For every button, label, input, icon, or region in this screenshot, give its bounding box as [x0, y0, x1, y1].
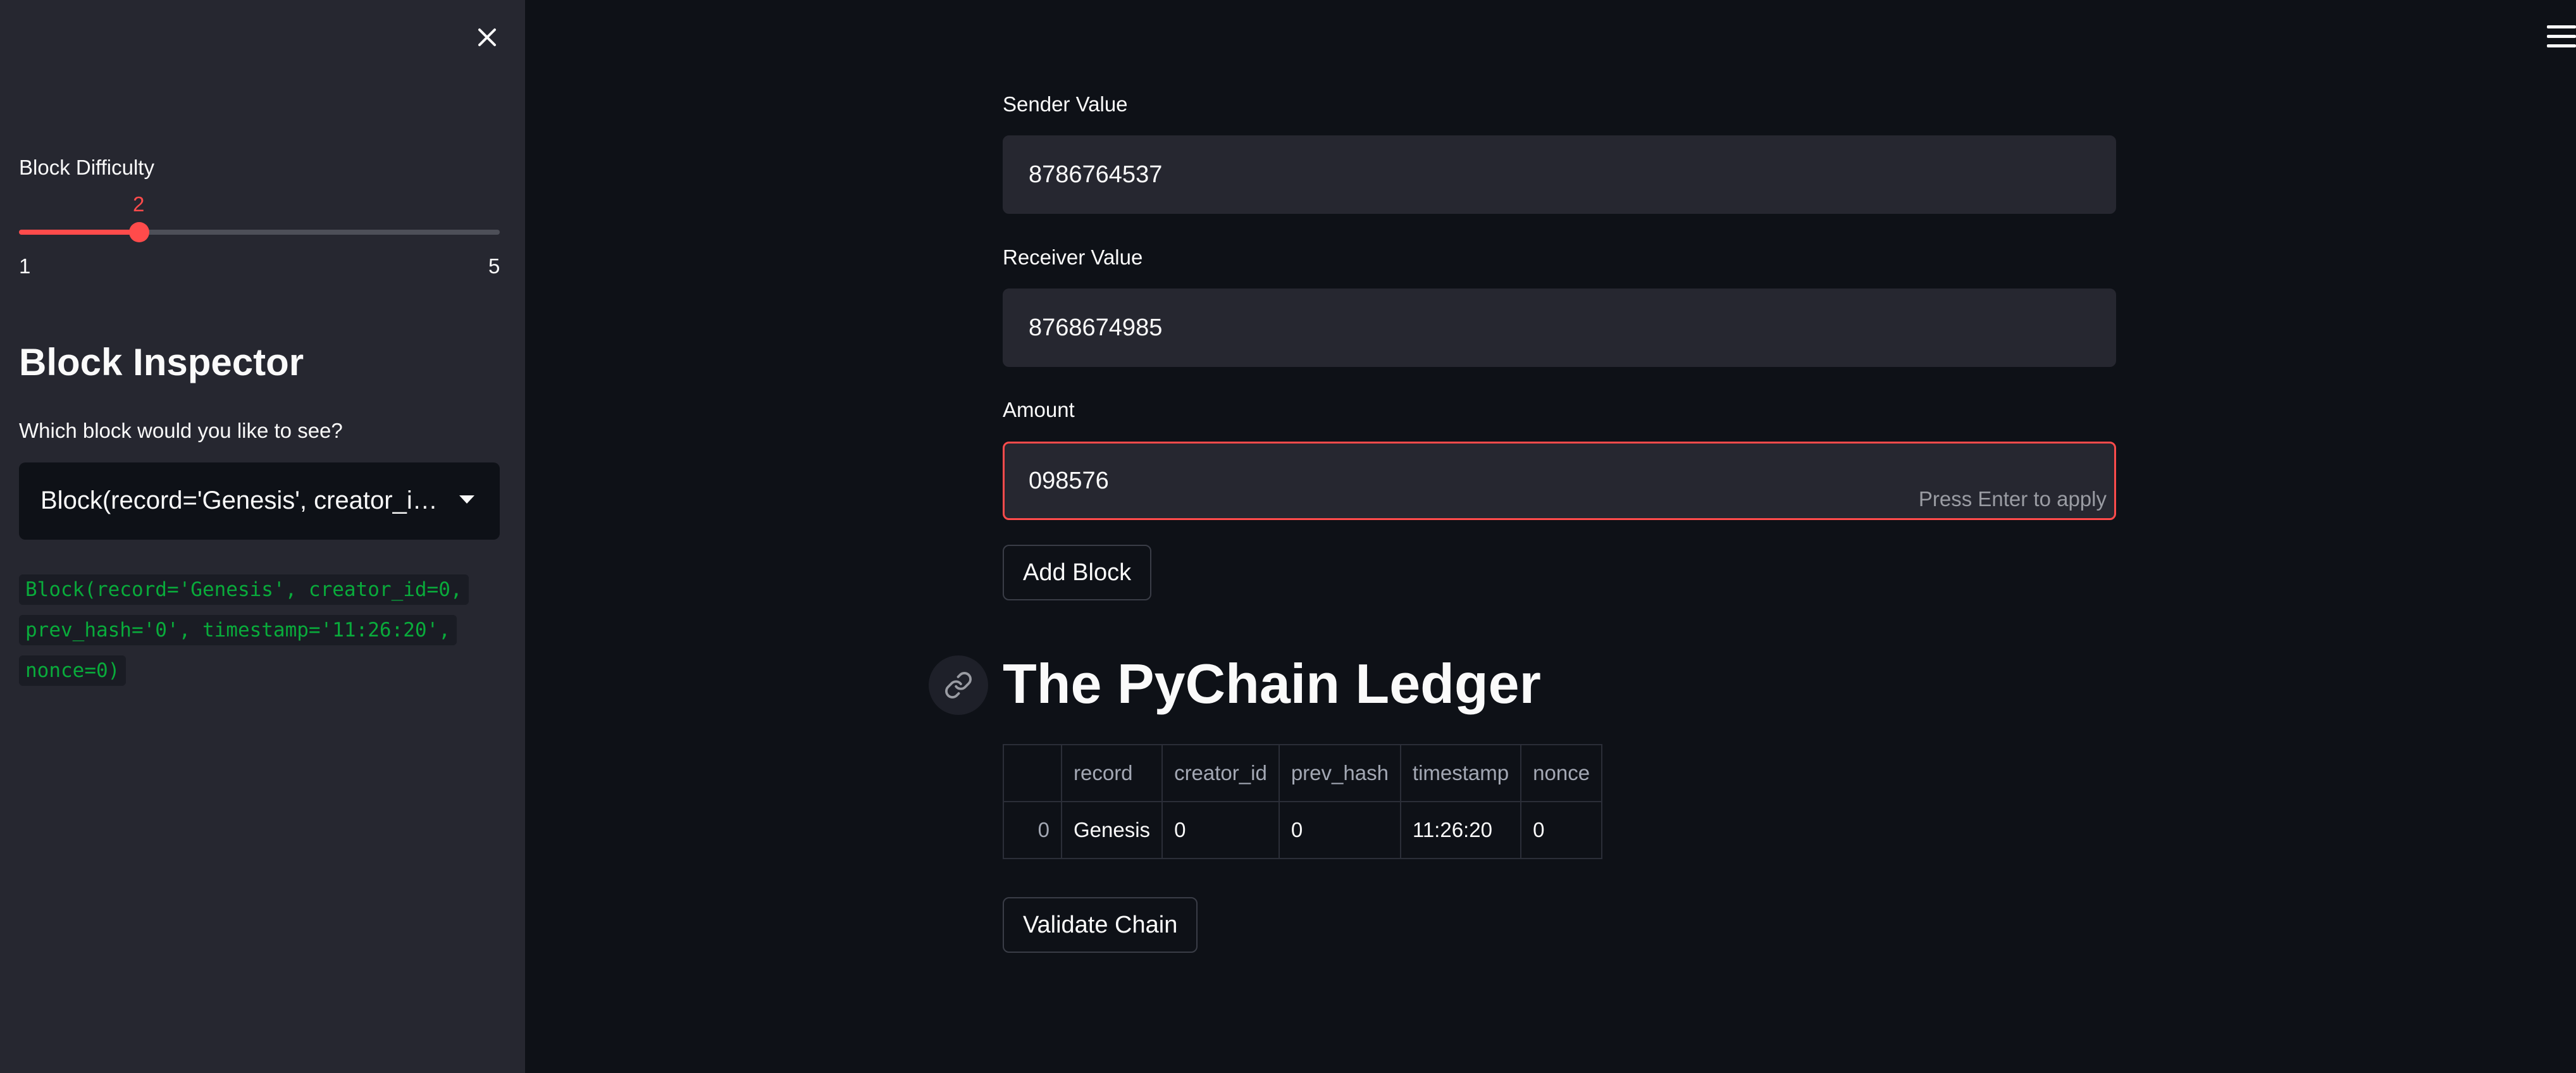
ledger-table: record creator_id prev_hash timestamp no… — [1003, 744, 1603, 859]
caret-down-icon — [459, 495, 474, 504]
code-line: Block(record='Genesis', creator_id=0, — [19, 574, 469, 605]
block-select[interactable]: Block(record='Genesis', creator_id=0, pr… — [19, 462, 500, 540]
block-select-value: Block(record='Genesis', creator_id=0, pr… — [40, 487, 445, 514]
table-cell-timestamp: 11:26:20 — [1399, 801, 1522, 859]
add-block-button[interactable]: Add Block — [1003, 545, 1152, 600]
table-header-nonce[interactable]: nonce — [1520, 744, 1603, 802]
slider-current-value: 2 — [133, 192, 145, 216]
sender-input[interactable] — [1003, 135, 2116, 214]
ledger-title: The PyChain Ledger — [1003, 652, 1541, 715]
block-code-output: Block(record='Genesis', creator_id=0, pr… — [19, 569, 474, 691]
table-cell-record: Genesis — [1060, 801, 1163, 859]
validate-chain-button[interactable]: Validate Chain — [1003, 897, 1198, 953]
sender-label: Sender Value — [1003, 92, 1128, 116]
header-anchor-link[interactable] — [929, 655, 988, 715]
table-header-timestamp[interactable]: timestamp — [1399, 744, 1522, 802]
sidebar: Block Difficulty 2 1 5 Block Inspector W… — [0, 0, 525, 1073]
block-select-label: Which block would you like to see? — [19, 419, 343, 442]
slider-min-label: 1 — [19, 254, 31, 278]
press-enter-hint: Press Enter to apply — [1918, 487, 2107, 511]
table-cell-creator-id: 0 — [1161, 801, 1280, 859]
close-icon — [478, 28, 496, 46]
slider-thumb[interactable] — [129, 222, 149, 242]
table-cell-nonce: 0 — [1520, 801, 1603, 859]
slider-max-label: 5 — [488, 254, 500, 278]
code-line: prev_hash='0', timestamp='11:26:20', — [19, 615, 457, 645]
slider-fill — [19, 230, 139, 235]
link-icon — [945, 672, 972, 698]
code-line: nonce=0) — [19, 655, 127, 686]
table-header-creator-id[interactable]: creator_id — [1161, 744, 1280, 802]
table-header-row: record creator_id prev_hash timestamp no… — [1003, 744, 1603, 802]
table-cell-prev-hash: 0 — [1278, 801, 1401, 859]
table-row: 0 Genesis 0 0 11:26:20 0 — [1003, 801, 1603, 859]
block-inspector-title: Block Inspector — [19, 341, 304, 383]
block-difficulty-label: Block Difficulty — [19, 156, 154, 179]
table-header-index — [1003, 744, 1062, 802]
hamburger-menu-icon[interactable] — [2547, 25, 2576, 48]
table-header-prev-hash[interactable]: prev_hash — [1278, 744, 1401, 802]
receiver-input[interactable] — [1003, 288, 2116, 367]
receiver-label: Receiver Value — [1003, 245, 1143, 269]
close-sidebar-button[interactable] — [471, 22, 503, 53]
table-cell-index: 0 — [1003, 801, 1062, 859]
amount-label: Amount — [1003, 398, 1075, 421]
table-header-record[interactable]: record — [1060, 744, 1163, 802]
block-difficulty-slider[interactable] — [19, 222, 500, 242]
